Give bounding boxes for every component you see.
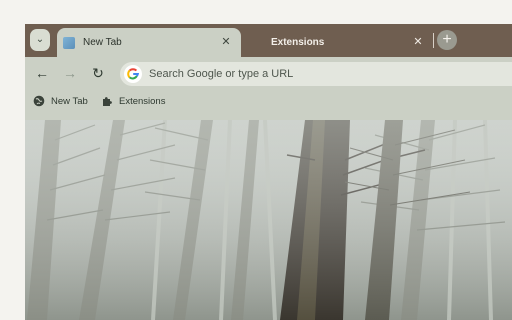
toolbar: ← → ↻ Search Google or type a URL — [25, 57, 512, 89]
bookmark-new-tab[interactable]: New Tab — [33, 92, 88, 110]
new-tab-button[interactable]: + — [437, 30, 457, 50]
tab-title: Extensions — [271, 37, 325, 48]
chevron-down-icon: ⌄ — [35, 34, 45, 45]
new-tab-background-image — [25, 120, 512, 320]
tab-close-button[interactable]: ✕ — [411, 35, 425, 49]
bookmark-label: Extensions — [119, 95, 166, 107]
tab-strip: ⌄ New Tab ✕ Extensions ✕ + — [25, 24, 512, 57]
globe-icon — [33, 95, 45, 107]
forward-button[interactable]: → — [61, 64, 79, 82]
back-button[interactable]: ← — [33, 64, 51, 82]
tab-extensions[interactable]: Extensions ✕ — [241, 28, 433, 57]
tab-divider — [433, 33, 434, 48]
omnibox[interactable]: Search Google or type a URL — [120, 62, 512, 86]
bookmark-extensions[interactable]: Extensions — [101, 92, 165, 110]
tab-new-tab[interactable]: New Tab ✕ — [57, 28, 241, 57]
bookmarks-bar: New Tab Extensions — [25, 89, 512, 114]
bookmark-label: New Tab — [51, 95, 88, 107]
tab-title: New Tab — [83, 37, 122, 48]
browser-window: ⌄ New Tab ✕ Extensions ✕ + ← → ↻ Search … — [25, 24, 512, 320]
puzzle-icon — [101, 95, 113, 107]
omnibox-placeholder: Search Google or type a URL — [149, 68, 294, 80]
tab-close-button[interactable]: ✕ — [219, 35, 233, 49]
new-tab-favicon-icon — [63, 36, 75, 49]
reload-button[interactable]: ↻ — [89, 64, 107, 82]
tab-search-button[interactable]: ⌄ — [30, 29, 50, 51]
google-icon — [124, 65, 142, 83]
